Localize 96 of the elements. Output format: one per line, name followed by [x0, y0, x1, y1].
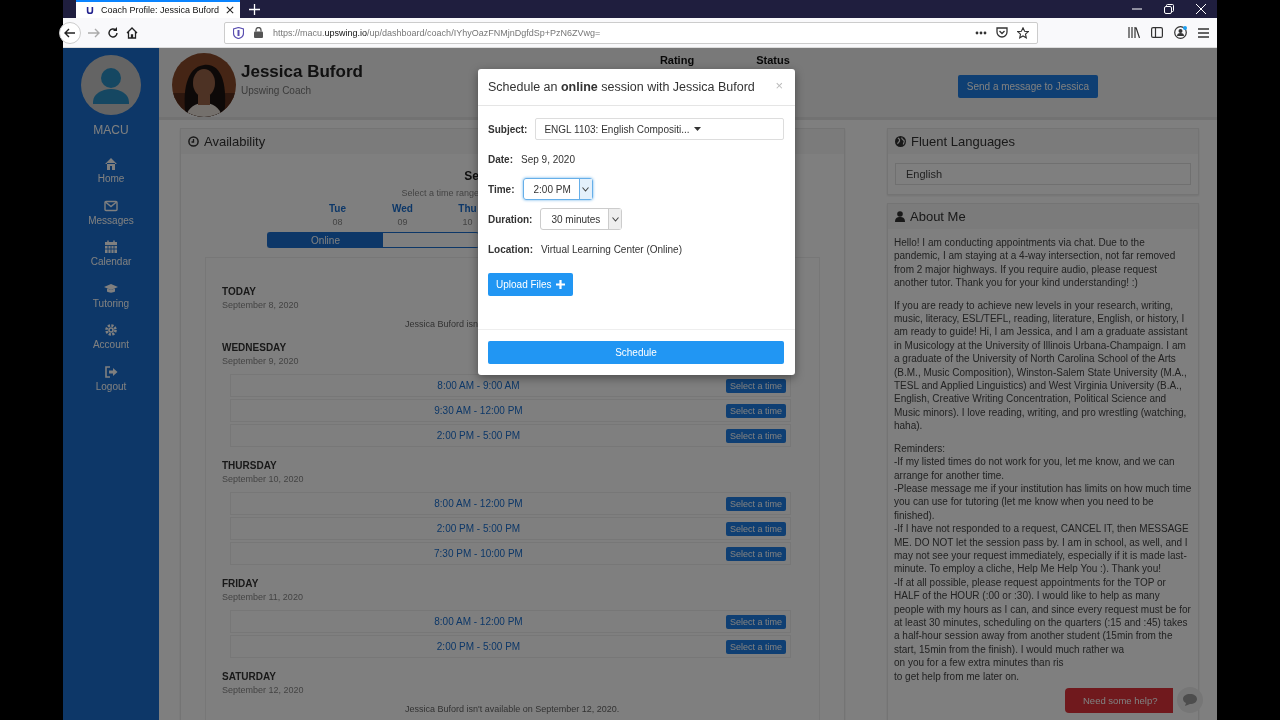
time-range: 2:00 PM - 5:00 PM — [435, 641, 522, 652]
envelope-icon — [104, 198, 118, 213]
about-text: -If my listed times do not work for you, let me know, and we can arrange for another time. — [894, 455, 1176, 482]
unavailable-note: Jessica Buford isn — [405, 319, 479, 329]
about-text: -Please message me if your institution has limits on how much time you can use for tutoring (let me know when you need to be finished). — [894, 481, 1192, 523]
address-bar[interactable]: https://macu.upswing.io/up/dashboard/coach/IYhyOazFNMjnDgfdSp+PzN6ZVwg= — [224, 21, 1038, 44]
calendar-icon — [104, 240, 118, 254]
plus-icon — [555, 280, 565, 289]
gear-icon — [104, 323, 118, 337]
avatar-icon — [81, 55, 141, 115]
select-time-button[interactable]: Select a time — [725, 639, 786, 654]
home-icon[interactable] — [126, 26, 138, 39]
more-icon[interactable] — [975, 30, 987, 35]
mode-tab[interactable]: Online — [268, 233, 383, 247]
restore-icon[interactable] — [1164, 4, 1174, 14]
field-value: Virtual Learning Center (Online) — [541, 243, 682, 255]
account-icon[interactable] — [1174, 26, 1187, 39]
home-icon — [104, 157, 118, 171]
sidebar-item[interactable]: Tutoring — [92, 281, 130, 323]
unavailable-note: Jessica Buford isn't available on September 12, 2020. — [405, 704, 620, 714]
logo-icon — [86, 4, 94, 16]
field-label: Time: — [488, 183, 515, 195]
field-label: Location: — [488, 243, 533, 255]
chevron-down-icon — [582, 186, 590, 192]
time-range: 8:00 AM - 12:00 PM — [433, 616, 524, 627]
sidebar-item[interactable]: Calendar — [90, 240, 132, 282]
sidebar-item[interactable]: Home — [97, 157, 125, 199]
sidebar-item[interactable]: Messages — [88, 198, 134, 240]
subject-dropdown[interactable]: ENGL 1103: English Compositi... — [535, 118, 785, 140]
day-heading: FRIDAY — [222, 578, 259, 589]
panel-title: Availability — [204, 134, 266, 149]
column-label: Rating — [659, 54, 695, 66]
day-heading: WEDNESDAY — [222, 342, 287, 353]
about-text: to get help from me later on. — [894, 669, 1021, 683]
field-label: Duration: — [488, 213, 533, 225]
sidebar-item[interactable]: Account — [92, 323, 130, 365]
time-range: 2:00 PM - 5:00 PM — [435, 523, 522, 534]
time-range: 8:00 AM - 12:00 PM — [433, 498, 524, 509]
select-time-button[interactable]: Select a time — [725, 546, 786, 561]
month-heading: Se — [464, 169, 479, 183]
logout-icon — [104, 364, 118, 379]
close-button[interactable]: × — [773, 78, 785, 93]
time-range: 9:30 AM - 12:00 PM — [433, 405, 524, 416]
upload-button[interactable]: Upload Files — [488, 273, 573, 296]
back-icon[interactable] — [59, 21, 81, 44]
select-time-button[interactable]: Select a time — [725, 521, 786, 536]
about-text: -If I have not responded to a request, CANCEL IT, then MESSAGE ME. DO NOT let the session pass by. I am in school, as well, and I may not see your request immediately, especially if it is made last-minute. To employ a cliche, Help Me Help You :). Thank you! — [894, 522, 1190, 576]
coach-role: Upswing Coach — [241, 85, 313, 96]
schedule-button[interactable]: Schedule — [488, 341, 784, 364]
dropdown-field[interactable]: 2:00 PM — [522, 178, 593, 200]
panel-title: Fluent Languages — [911, 134, 1016, 149]
browser-tab[interactable]: Coach Profile: Jessica Buford — [76, 0, 240, 18]
reload-icon[interactable] — [107, 26, 119, 39]
coach-name: Jessica Buford — [241, 62, 363, 82]
message-button[interactable]: Send a message to Jessica — [957, 75, 1099, 98]
select-time-button[interactable]: Select a time — [725, 428, 786, 443]
lock-icon — [254, 27, 263, 38]
time-range: 2:00 PM - 5:00 PM — [435, 430, 522, 441]
library-icon[interactable] — [1128, 27, 1140, 38]
select-time-button[interactable]: Select a time — [725, 496, 786, 511]
select-time-button[interactable]: Select a time — [725, 378, 786, 393]
about-text: Hello! I am conducting appointments via chat. Due to the pandemic, I am staying at a 4-way intersection, not far removed from 2 major highways. If you require audio, please request another tutor. Thank you for your kind understanding! :) — [894, 236, 1177, 290]
chevron-down-icon — [611, 216, 619, 222]
field-label: Date: — [488, 153, 513, 165]
column-label: Status — [756, 54, 790, 66]
time-range: 8:00 AM - 9:00 AM — [436, 380, 521, 391]
language-item: English — [895, 163, 1191, 185]
dropdown-field[interactable]: 30 minutes — [540, 208, 623, 230]
about-text: Reminders: — [894, 441, 947, 456]
close-icon[interactable] — [226, 5, 234, 15]
select-time-button[interactable]: Select a time — [725, 614, 786, 629]
url-text: https://macu.upswing.io/up/dashboard/coach/IYhyOazFNMjnDgfdSp+PzN6ZVwg= — [273, 27, 601, 38]
panel-title: About Me — [910, 209, 966, 224]
dialog-title: Schedule an online session with Jessica Buford — [488, 80, 756, 94]
sidebar-icon[interactable] — [1151, 27, 1163, 38]
star-icon[interactable] — [1017, 26, 1029, 39]
help-button[interactable]: Need some help? — [1065, 687, 1174, 713]
menu-icon[interactable] — [1198, 27, 1209, 38]
user-icon — [895, 211, 905, 222]
caret-icon — [693, 127, 701, 131]
select-time-button[interactable]: Select a time — [725, 403, 786, 418]
about-text: on you for a few extra minutes than ris — [894, 656, 1065, 670]
time-range: 7:30 PM - 10:00 PM — [433, 548, 524, 559]
field-value: Sep 9, 2020 — [521, 153, 575, 165]
brand-name: MACU — [93, 123, 129, 137]
graduation-cap-icon — [104, 281, 118, 296]
pocket-icon[interactable] — [996, 27, 1008, 38]
new-tab-icon[interactable] — [249, 3, 260, 15]
day-heading: TODAY — [222, 286, 256, 297]
shield-icon — [233, 26, 244, 39]
tab-title: Coach Profile: Jessica Buford — [100, 5, 220, 15]
day-heading: THURSDAY — [222, 460, 277, 471]
clock-icon — [188, 136, 199, 147]
sidebar-item[interactable]: Logout — [95, 364, 127, 406]
field-label: Subject: — [488, 123, 528, 135]
day-heading: SATURDAY — [222, 671, 276, 682]
